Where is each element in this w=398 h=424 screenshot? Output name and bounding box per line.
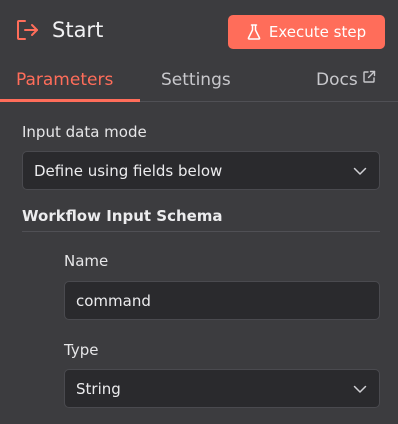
chevron-down-icon	[353, 385, 367, 393]
execute-step-label: Execute step	[268, 23, 367, 41]
execute-step-button[interactable]: Execute step	[228, 15, 385, 49]
tab-docs-label: Docs	[316, 70, 358, 90]
input-mode-label: Input data mode	[22, 123, 147, 141]
flask-icon	[247, 24, 261, 40]
type-label: Type	[64, 341, 99, 359]
tab-parameters[interactable]: Parameters	[16, 68, 113, 92]
schema-title: Workflow Input Schema	[22, 207, 223, 225]
panel-header: Start Execute step	[0, 0, 398, 62]
tab-docs[interactable]: Docs	[316, 68, 376, 92]
tab-settings[interactable]: Settings	[161, 68, 231, 92]
type-select-value: String	[76, 379, 121, 398]
section-divider	[22, 231, 380, 232]
type-select[interactable]: String	[64, 369, 380, 408]
node-panel: Start Execute step Parameters Settings D…	[0, 0, 398, 424]
name-label: Name	[64, 252, 109, 270]
node-title: Start	[52, 18, 104, 42]
name-input-value: command	[76, 291, 151, 310]
exit-icon	[17, 20, 38, 40]
external-link-icon	[363, 70, 375, 83]
chevron-down-icon	[353, 167, 367, 175]
tab-bar: Parameters Settings Docs	[0, 62, 398, 102]
active-tab-indicator	[0, 99, 140, 102]
input-mode-value: Define using fields below	[34, 161, 223, 180]
input-mode-select[interactable]: Define using fields below	[22, 151, 380, 190]
name-input[interactable]: command	[64, 281, 380, 320]
